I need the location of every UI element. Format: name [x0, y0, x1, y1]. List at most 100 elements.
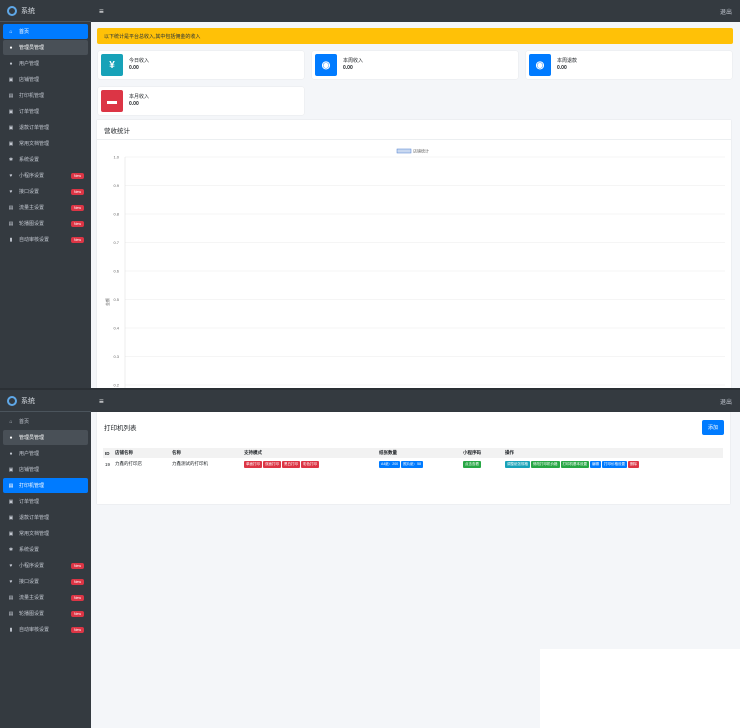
sidebar-item[interactable]: ♥ 接口设置 New — [3, 184, 88, 199]
sidebar-item[interactable]: ▤ 流量主设置 New — [3, 200, 88, 215]
sidebar-item[interactable]: ▣ 店铺管理 — [3, 72, 88, 87]
sidebar-item[interactable]: ✱ 系统设置 — [3, 542, 88, 557]
sidebar-item-label: 打印机管理 — [19, 93, 45, 99]
sidebar-item-label: 小程序设置 — [19, 173, 45, 179]
file-icon: ▮ — [9, 626, 13, 633]
sidebar-item[interactable]: ▣ 常用文档管理 — [3, 136, 88, 151]
revenue-chart: 1.0 0.9 0.8 0.7 0.6 0.5 0.4 0.3 0.2 金额 店铺统计 — [104, 148, 725, 388]
info-box: ◉ 本周收入 0.00 — [312, 51, 518, 79]
sidebar-item[interactable]: ▣ 订单管理 — [3, 494, 88, 509]
info-box: ◉ 本周退款 0.00 — [526, 51, 732, 79]
sidebar-item-label: 轮播图设置 — [19, 611, 45, 617]
printer-icon: ▤ — [8, 482, 14, 489]
sidebar-item[interactable]: ▣ 订单管理 — [3, 104, 88, 119]
refund-icon: ▣ — [8, 124, 14, 131]
sidebar-item[interactable]: ▣ 店铺管理 — [3, 462, 88, 477]
sidebar-item-label: 流量主设置 — [19, 205, 45, 211]
sidebar-item[interactable]: ✱ 系统设置 — [3, 152, 88, 167]
info-box-text: 本周退款 0.00 — [557, 58, 577, 72]
cell-name: 力鑫测试的打印机 — [172, 461, 208, 466]
heart-icon: ♥ — [9, 172, 13, 179]
add-printer-button[interactable]: 添加 — [701, 420, 724, 435]
image-icon: ▤ — [8, 610, 14, 617]
ad-icon: ▤ — [8, 204, 14, 211]
menu-toggle-icon[interactable]: ≡ — [99, 7, 104, 16]
new-badge: New — [70, 594, 84, 601]
sidebar-item[interactable]: ● 管理员管理 — [3, 430, 88, 445]
sidebar-item-label: 常用文档管理 — [19, 141, 50, 147]
brand[interactable]: 系统 — [0, 0, 91, 22]
sidebar-item[interactable]: ▤ 流量主设置 New — [3, 590, 88, 605]
new-badge: New — [70, 562, 84, 569]
order-icon: ▣ — [8, 108, 14, 115]
sidebar-item[interactable]: ▣ 常用文档管理 — [3, 526, 88, 541]
stat-icon: ▬ — [101, 90, 123, 112]
stat-icon: ◉ — [529, 54, 551, 76]
sidebar-item-label: 系统设置 — [19, 157, 40, 163]
info-box-label: 本月收入 — [129, 94, 150, 100]
info-box-value: 0.00 — [343, 65, 353, 71]
info-box: ¥ 今日收入 0.00 — [98, 51, 304, 79]
sidebar-item[interactable]: ⌂ 首页 — [3, 24, 88, 39]
sidebar-item[interactable]: ▮ 自动审核设置 New — [3, 622, 88, 637]
sidebar-nav: ⌂ 首页 ● 管理员管理 ● 用户管理 ▣ 店铺管理 ▤ 打印机管理 ▣ 订单管理 ▣ 退款订单管理 ▣ 常用… — [0, 412, 91, 640]
y-tick-label: 0.5 — [113, 297, 119, 302]
y-tick-label: 0.2 — [113, 383, 119, 388]
image-icon: ▤ — [8, 220, 14, 227]
action-button[interactable]: 删除 — [628, 460, 639, 468]
column-header: 小程序码 — [461, 448, 503, 458]
action-button[interactable]: 编辑 — [590, 460, 601, 468]
sidebar-item[interactable]: ● 管理员管理 — [3, 40, 88, 55]
order-icon: ▣ — [8, 498, 14, 505]
sidebar-item-label: 首页 — [19, 419, 30, 425]
action-button[interactable]: 打印机基本设置 — [560, 460, 589, 468]
sidebar-item[interactable]: ▣ 退款订单管理 — [3, 510, 88, 525]
sidebar: 系统 ⌂ 首页 ● 管理员管理 ● 用户管理 ▣ 店铺管理 ▤ 打印机管理 ▣ 订单管理 ▣ 退款订单管理… — [0, 390, 91, 728]
paper-badge: A4纸：200 — [379, 460, 401, 468]
top-navbar: ≡ 退出 — [91, 0, 740, 22]
sidebar-item[interactable]: ▤ 轮播图设置 New — [3, 606, 88, 621]
user-icon: ● — [9, 434, 13, 441]
sidebar-item[interactable]: ♥ 小程序设置 New — [3, 558, 88, 573]
sidebar-item[interactable]: ▤ 轮播图设置 New — [3, 216, 88, 231]
info-box-value: 0.00 — [129, 101, 139, 107]
sidebar-item[interactable]: ▣ 退款订单管理 — [3, 120, 88, 135]
sidebar-item[interactable]: ⌂ 首页 — [3, 414, 88, 429]
cell-id: 19 — [105, 461, 111, 467]
qrcode-button[interactable]: 点击查看 — [463, 460, 481, 468]
paper-badge: 照片纸：58 — [401, 460, 424, 468]
logout-link[interactable]: 退出 — [720, 7, 732, 16]
cell-shop: 力鑫的打印店 — [115, 461, 142, 466]
brand[interactable]: 系统 — [0, 390, 91, 412]
sidebar-item-label: 退款订单管理 — [19, 515, 50, 521]
new-badge: New — [70, 610, 84, 617]
y-axis-label: 金额 — [104, 298, 110, 306]
logo-icon — [7, 395, 17, 406]
printer-table: ID 店铺名称 名称 支持模式 纸张数量 小程序码 操作 19 力鑫的打印店 力鑫测试的打印机 单… — [103, 448, 723, 470]
user-icon: ● — [9, 44, 13, 51]
sidebar-item[interactable]: ▤ 打印机管理 — [3, 88, 88, 103]
action-button[interactable]: 修改打印机价格 — [531, 460, 560, 468]
sidebar-item[interactable]: ● 用户管理 — [3, 56, 88, 71]
sidebar-item-label: 退款订单管理 — [19, 125, 50, 131]
cell-actions: 调整纸张规格 修改打印机价格 打印机基本设置 编辑 打印价格设置 删除 — [503, 458, 723, 470]
sidebar-item[interactable]: ● 用户管理 — [3, 446, 88, 461]
action-button[interactable]: 打印价格设置 — [602, 460, 627, 468]
info-box-label: 本周收入 — [343, 58, 364, 64]
mode-badge: 单面打印 — [244, 460, 262, 468]
logout-link[interactable]: 退出 — [720, 397, 732, 406]
sidebar-item[interactable]: ♥ 小程序设置 New — [3, 168, 88, 183]
menu-toggle-icon[interactable]: ≡ — [99, 397, 104, 406]
sidebar-item-label: 店铺管理 — [19, 467, 40, 473]
sidebar-item[interactable]: ▤ 打印机管理 — [3, 478, 88, 493]
cell-paper: A4纸：200 照片纸：58 — [377, 458, 461, 470]
stat-icon: ¥ — [101, 54, 123, 76]
new-badge: New — [70, 188, 84, 195]
sidebar-item[interactable]: ▮ 自动审核设置 New — [3, 232, 88, 247]
sidebar-nav: ⌂ 首页 ● 管理员管理 ● 用户管理 ▣ 店铺管理 ▤ 打印机管理 ▣ 订单管理 ▣ 退款订单管理 ▣ 常用… — [0, 22, 91, 250]
info-box-value: 0.00 — [557, 65, 567, 71]
mode-badge: 彩色打印 — [301, 460, 319, 468]
new-badge: New — [70, 578, 84, 585]
sidebar-item[interactable]: ♥ 接口设置 New — [3, 574, 88, 589]
action-button[interactable]: 调整纸张规格 — [505, 460, 530, 468]
